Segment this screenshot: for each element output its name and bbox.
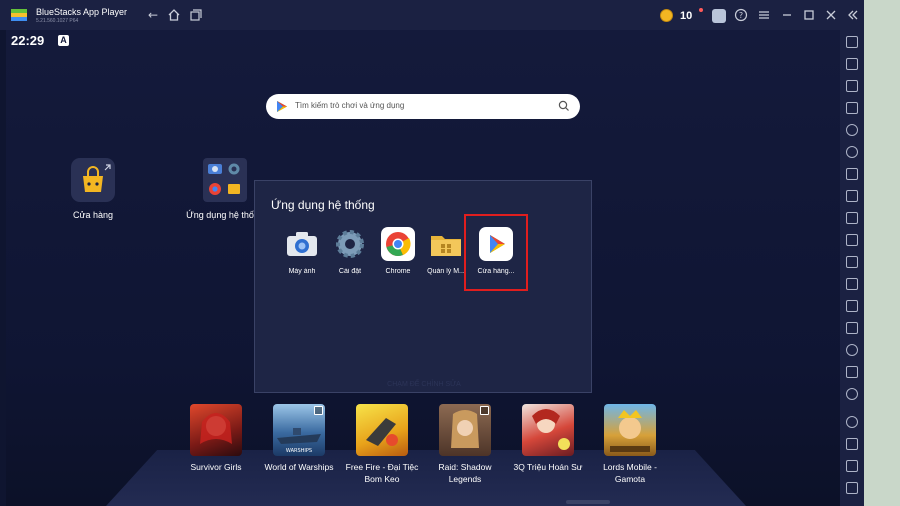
home-icon[interactable] [167,8,181,22]
game-icon [190,404,242,456]
performance-icon[interactable] [846,190,858,202]
avatar-icon[interactable] [712,9,726,23]
system-apps-folder-popup: Ứng dụng hệ thống Máy ảnh Cài đặt Chrome [254,180,592,393]
collapse-sidebar-icon[interactable] [846,8,860,22]
android-screen: 22:29 A Tìm kiếm trò chơi và ứng dụng Cử… [6,30,840,506]
folder-app-label: Chrome [385,268,411,275]
folder-app-file-manager[interactable]: Quản lý M... [422,227,470,275]
search-bar[interactable]: Tìm kiếm trò chơi và ứng dụng [266,94,580,119]
game-label: Raid: Shadow Legends [438,462,492,484]
nav-indicator [566,500,610,504]
close-icon[interactable] [824,8,838,22]
coin-count[interactable]: 10 [680,10,692,22]
game-label: Survivor Girls [190,462,242,472]
game-label: Free Fire - Đại Tiệc Bom Keo [345,462,419,484]
back-icon[interactable] [846,438,858,450]
layers-icon[interactable] [846,366,858,378]
game-label: 3Q Triệu Hoán Sư [513,462,583,472]
selection-highlight-box [464,214,528,291]
play-store-icon [277,101,287,112]
external-link-icon [314,406,323,415]
maximize-icon[interactable] [802,8,816,22]
airplane-icon[interactable] [846,278,858,290]
search-input[interactable]: Tìm kiếm trò chơi và ứng dụng [295,101,404,110]
app-version: 5.21.560.1027 P64 [36,18,79,24]
rotate-icon[interactable] [846,146,858,158]
folder-icon [203,158,247,202]
recent-apps-icon[interactable] [846,482,858,494]
help-icon[interactable]: ? [734,8,748,22]
game-icon [604,404,656,456]
record-icon[interactable] [846,124,858,136]
coin-icon[interactable] [660,9,673,22]
game-label: Lords Mobile - Gamota [603,462,657,484]
folder-app-camera[interactable]: Máy ảnh [278,227,326,275]
game-survivor-girls[interactable]: Survivor Girls [176,404,256,473]
game-icon: WARSHIPS [273,404,325,456]
home-icon[interactable] [846,460,858,472]
folder-app-label: Quản lý M... [427,268,465,275]
title-bar: BlueStacks App Player 5.21.560.1027 P64 … [0,0,864,30]
folder-icon[interactable] [846,256,858,268]
home-app-store[interactable]: Cửa hàng [48,158,138,220]
folder-app-chrome[interactable]: Chrome [374,227,422,275]
game-label: World of Warships [264,462,334,472]
game-icon [522,404,574,456]
chrome-icon [381,227,415,261]
file-manager-icon [429,227,463,261]
multi-instance-icon[interactable] [846,300,858,312]
game-icon [439,404,491,456]
game-free-fire[interactable]: Free Fire - Đại Tiệc Bom Keo [342,404,422,485]
sync-icon[interactable] [846,388,858,400]
store-bag-icon [71,158,115,202]
external-link-icon [480,406,489,415]
game-3q-trieu-hoan-su[interactable]: 3Q Triệu Hoán Sư [508,404,588,473]
bluestacks-logo-icon [11,9,27,21]
right-sidebar [840,30,864,506]
media-icon[interactable] [846,80,858,92]
eco-mode-icon[interactable] [846,322,858,334]
svg-text:WARSHIPS: WARSHIPS [286,448,312,454]
screenshot-icon[interactable] [846,212,858,224]
folder-app-label: Máy ảnh [288,268,316,275]
fullscreen-icon[interactable] [846,36,858,48]
back-icon[interactable]: ← [146,8,160,22]
game-icon [356,404,408,456]
settings-gear-icon [333,227,367,261]
minimize-icon[interactable] [780,8,794,22]
notification-dot [699,8,703,12]
menu-icon[interactable] [757,8,771,22]
bluestacks-window: BlueStacks App Player 5.21.560.1027 P64 … [0,0,864,506]
camera-icon [285,227,319,261]
svg-text:?: ? [739,11,743,20]
search-icon[interactable] [558,100,570,112]
capture-icon[interactable] [846,234,858,246]
settings-icon[interactable] [846,416,858,428]
folder-title: Ứng dụng hệ thống [271,198,375,212]
volume-icon[interactable] [846,58,858,70]
multi-instance-icon[interactable] [189,8,203,22]
status-clock: 22:29 [11,33,45,48]
folder-app-settings[interactable]: Cài đặt [326,227,374,275]
app-title: BlueStacks App Player [36,7,128,17]
keyboard-icon[interactable] [846,102,858,114]
folder-edit-hint: CHẠM ĐỂ CHỈNH SỬA [387,381,461,388]
home-app-label: Cửa hàng [72,210,114,220]
game-lords-mobile[interactable]: Lords Mobile - Gamota [590,404,670,485]
game-world-of-warships[interactable]: WARSHIPS World of Warships [259,404,339,473]
location-icon[interactable] [846,344,858,356]
game-raid-shadow-legends[interactable]: Raid: Shadow Legends [425,404,505,485]
macro-icon[interactable] [846,168,858,180]
folder-app-label: Cài đặt [338,268,362,275]
status-a-icon: A [58,35,69,46]
